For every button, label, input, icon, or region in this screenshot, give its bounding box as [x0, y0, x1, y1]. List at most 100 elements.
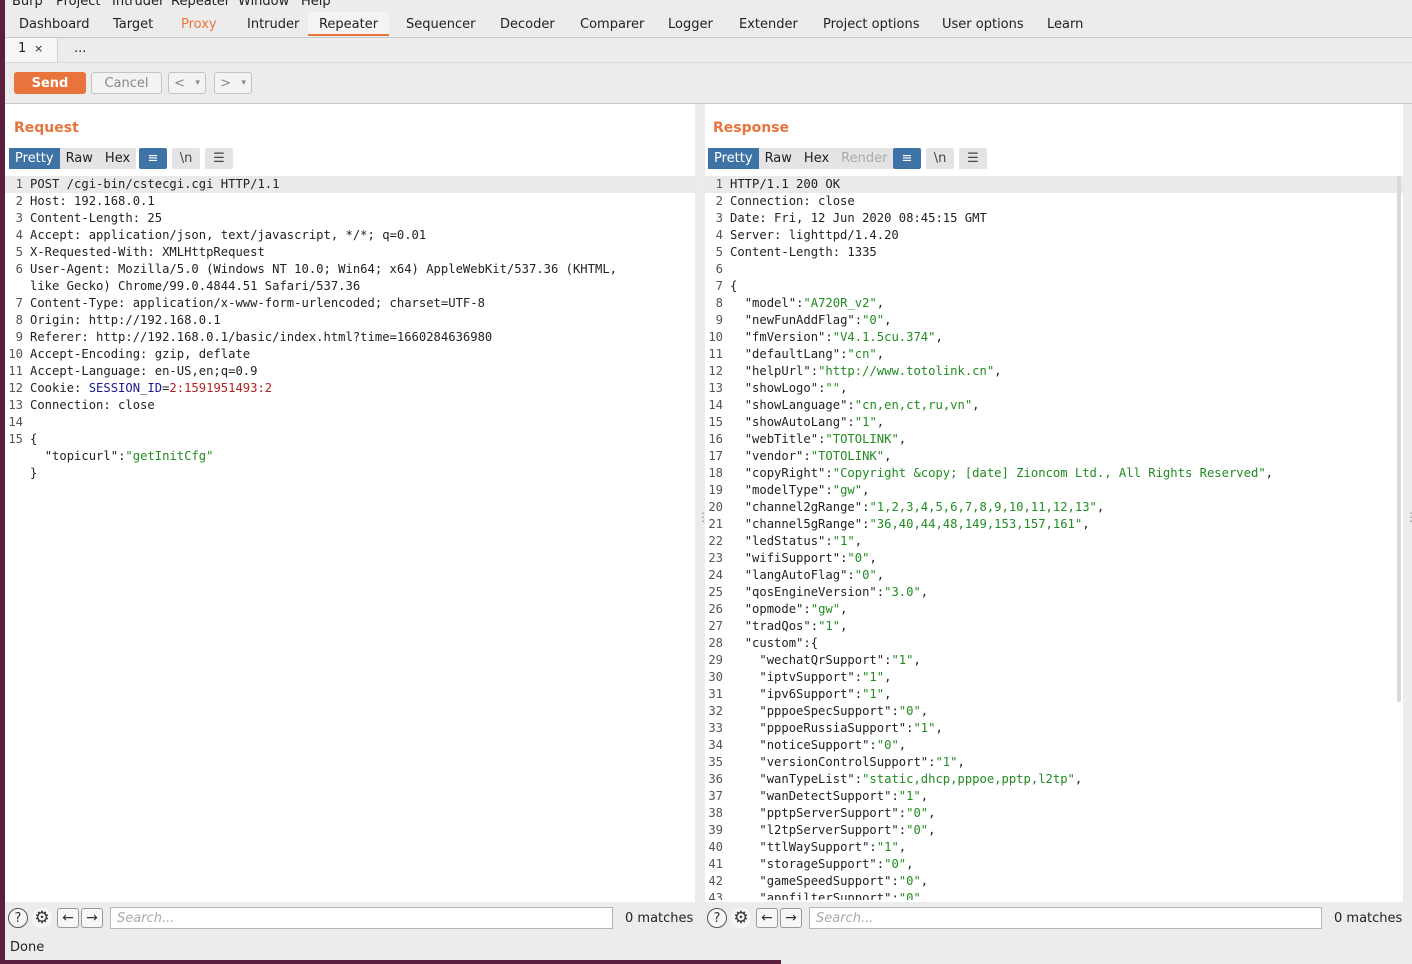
search-next-icon[interactable]: →	[81, 908, 103, 928]
tab-logger[interactable]: Logger	[668, 17, 713, 32]
search-next-icon[interactable]: →	[780, 908, 802, 928]
subtab-close-icon[interactable]: ×	[34, 42, 43, 55]
request-search-input[interactable]	[110, 907, 613, 929]
menu-project[interactable]: Project	[56, 0, 100, 9]
request-title: Request	[14, 120, 79, 136]
request-editor[interactable]: 1 POST /cgi-bin/cstecgi.cgi HTTP/1.1 2 Host…	[5, 176, 695, 900]
status-bar: Done	[5, 938, 1412, 960]
line-number: 31	[708, 687, 723, 701]
right-edge-handle[interactable]: ⋮	[1405, 510, 1412, 524]
gear-icon[interactable]: ⚙	[32, 908, 52, 928]
request-line: 4 Accept: application/json, text/javascri…	[5, 227, 695, 244]
response-match-count: 0 matches	[1334, 911, 1403, 926]
request-line: 9 Referer: http://192.168.0.1/basic/index…	[5, 329, 695, 346]
response-newline-icon[interactable]: \n	[926, 148, 954, 169]
subtab-new[interactable]: ...	[74, 41, 86, 56]
line-number: 41	[708, 857, 723, 871]
line-number: 4	[15, 228, 23, 242]
send-button[interactable]: Send	[14, 72, 86, 94]
menu-intruder[interactable]: Intruder	[112, 0, 164, 9]
line-number: 2	[715, 194, 723, 208]
response-tab-pretty[interactable]: Pretty	[708, 148, 759, 169]
response-line: 39 "l2tpServerSupport":"0",	[705, 822, 1403, 839]
cancel-button[interactable]: Cancel	[91, 72, 162, 94]
response-search-input[interactable]	[809, 907, 1322, 929]
line-number: 22	[708, 534, 723, 548]
tab-intruder[interactable]: Intruder	[247, 17, 299, 32]
line-text: "gameSpeedSupport":"0",	[759, 874, 929, 888]
request-tab-pretty[interactable]: Pretty	[9, 148, 60, 169]
response-line: 42 "gameSpeedSupport":"0",	[705, 873, 1403, 890]
line-number: 20	[708, 500, 723, 514]
search-prev-icon[interactable]: ←	[57, 908, 79, 928]
subtab-1[interactable]: 1 ×	[5, 38, 58, 62]
menu-help[interactable]: Help	[301, 0, 331, 9]
response-tab-raw[interactable]: Raw	[758, 148, 798, 169]
tab-comparer[interactable]: Comparer	[580, 17, 644, 32]
line-number: 30	[708, 670, 723, 684]
menu-burp[interactable]: Burp	[12, 0, 43, 9]
response-menu-icon[interactable]: ☰	[959, 148, 987, 169]
request-tab-hex[interactable]: Hex	[98, 148, 137, 169]
response-line: 32 "pppoeSpecSupport":"0",	[705, 703, 1403, 720]
request-line: "topicurl":"getInitCfg"	[5, 448, 695, 465]
response-scrollbar[interactable]	[1397, 176, 1401, 702]
response-editor[interactable]: 1 HTTP/1.1 200 OK 2 Connection: close 3 Date:…	[705, 176, 1403, 900]
line-number: 6	[715, 262, 723, 276]
line-number: 12	[8, 381, 23, 395]
tab-user-options[interactable]: User options	[942, 17, 1024, 32]
tab-learn[interactable]: Learn	[1047, 17, 1083, 32]
response-line: 23 "wifiSupport":"0",	[705, 550, 1403, 567]
forward-dropdown-icon[interactable]: ▾	[241, 78, 246, 88]
subtab-1-label: 1	[18, 41, 27, 56]
menu-repeater[interactable]: Repeater	[171, 0, 230, 9]
response-line: 18 "copyRight":"Copyright &copy; [date] …	[705, 465, 1403, 482]
line-number: 16	[708, 432, 723, 446]
tab-project-options[interactable]: Project options	[823, 17, 920, 32]
response-line: 25 "qosEngineVersion":"3.0",	[705, 584, 1403, 601]
response-line: 28 "custom":{	[705, 635, 1403, 652]
tab-target[interactable]: Target	[113, 17, 153, 32]
line-number: 7	[15, 296, 23, 310]
line-number: 8	[15, 313, 23, 327]
line-text: "helpUrl":"http://www.totolink.cn",	[744, 364, 1002, 378]
tab-repeater[interactable]: Repeater	[308, 12, 389, 36]
line-text: "ledStatus":"1",	[744, 534, 863, 548]
menu-window[interactable]: Window	[238, 0, 289, 9]
request-line: 8 Origin: http://192.168.0.1	[5, 312, 695, 329]
history-forward-button[interactable]: > ▾	[214, 72, 252, 94]
request-line: 10 Accept-Encoding: gzip, deflate	[5, 346, 695, 363]
request-wrap-icon[interactable]: ≡	[139, 148, 167, 169]
response-line: 33 "pppoeRussiaSupport":"1",	[705, 720, 1403, 737]
tab-decoder[interactable]: Decoder	[500, 17, 555, 32]
response-line: 22 "ledStatus":"1",	[705, 533, 1403, 550]
tab-extender[interactable]: Extender	[739, 17, 798, 32]
back-dropdown-icon[interactable]: ▾	[195, 78, 200, 88]
line-number: 15	[708, 415, 723, 429]
line-text: Content-Type: application/x-www-form-url…	[30, 296, 485, 310]
line-text: "versionControlSupport":"1",	[759, 755, 965, 769]
response-tab-render[interactable]: Render	[835, 148, 894, 169]
line-number: 29	[708, 653, 723, 667]
line-text: "pppoeRussiaSupport":"1",	[759, 721, 943, 735]
help-icon[interactable]: ?	[8, 908, 28, 928]
response-tab-hex[interactable]: Hex	[797, 148, 836, 169]
line-text: "channel2gRange":"1,2,3,4,5,6,7,8,9,10,1…	[744, 500, 1105, 514]
line-text: Cookie: SESSION_ID=2:1591951493:2	[30, 381, 273, 395]
tab-sequencer[interactable]: Sequencer	[406, 17, 475, 32]
response-line: 43 "appfilterSupport":"0",	[705, 890, 1403, 900]
gear-icon[interactable]: ⚙	[731, 908, 751, 928]
request-tab-raw[interactable]: Raw	[59, 148, 99, 169]
help-icon[interactable]: ?	[707, 908, 727, 928]
tab-dashboard[interactable]: Dashboard	[19, 17, 90, 32]
request-newline-icon[interactable]: \n	[172, 148, 200, 169]
line-number: 7	[715, 279, 723, 293]
response-wrap-icon[interactable]: ≡	[893, 148, 921, 169]
tab-proxy[interactable]: Proxy	[181, 17, 217, 32]
history-back-button[interactable]: < ▾	[168, 72, 206, 94]
request-menu-icon[interactable]: ☰	[205, 148, 233, 169]
line-text: "modelType":"gw",	[744, 483, 870, 497]
line-text: "topicurl":"getInitCfg"	[44, 449, 214, 463]
line-number: 12	[708, 364, 723, 378]
search-prev-icon[interactable]: ←	[756, 908, 778, 928]
